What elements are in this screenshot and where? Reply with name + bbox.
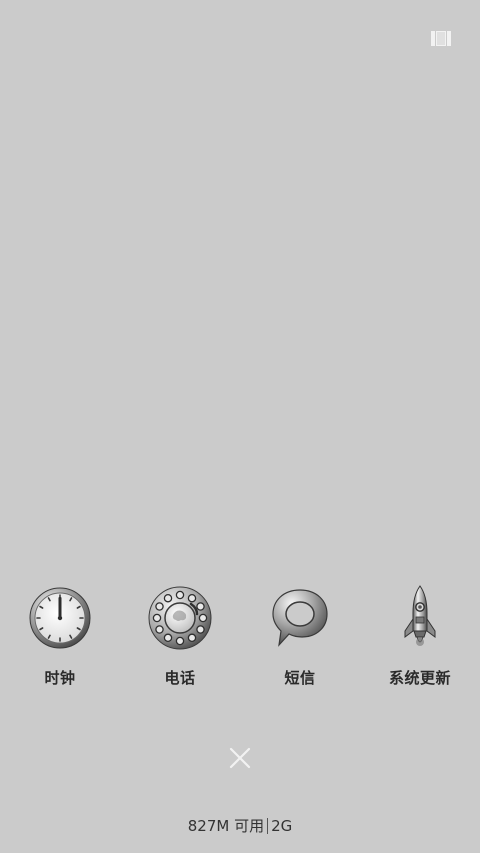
app-label-messages: 短信 (284, 669, 316, 687)
app-label-phone: 电话 (164, 669, 196, 687)
app-label-system-update: 系统更新 (388, 669, 451, 687)
memory-status: 827M 可用 2G (0, 815, 480, 836)
view-toggle-icon (431, 31, 451, 46)
app-phone[interactable]: 电话 (120, 585, 240, 695)
available-memory: 827M 可用 (187, 817, 265, 835)
total-memory: 2G (271, 817, 293, 835)
clock-icon (29, 587, 91, 649)
app-clock[interactable]: 时钟 (0, 585, 120, 695)
view-toggle-button[interactable] (431, 31, 451, 46)
close-button[interactable] (226, 744, 254, 772)
rotary-phone-icon (148, 586, 212, 650)
app-label-clock: 时钟 (44, 669, 76, 687)
app-messages[interactable]: 短信 (240, 585, 360, 695)
app-system-update[interactable]: 系统更新 (360, 585, 480, 695)
close-icon (229, 747, 251, 769)
speech-bubble-icon (272, 589, 328, 647)
rocket-icon (404, 585, 436, 646)
memory-separator (267, 818, 269, 834)
recent-apps-row: 时钟 电话 短信 系统更新 (0, 585, 480, 695)
